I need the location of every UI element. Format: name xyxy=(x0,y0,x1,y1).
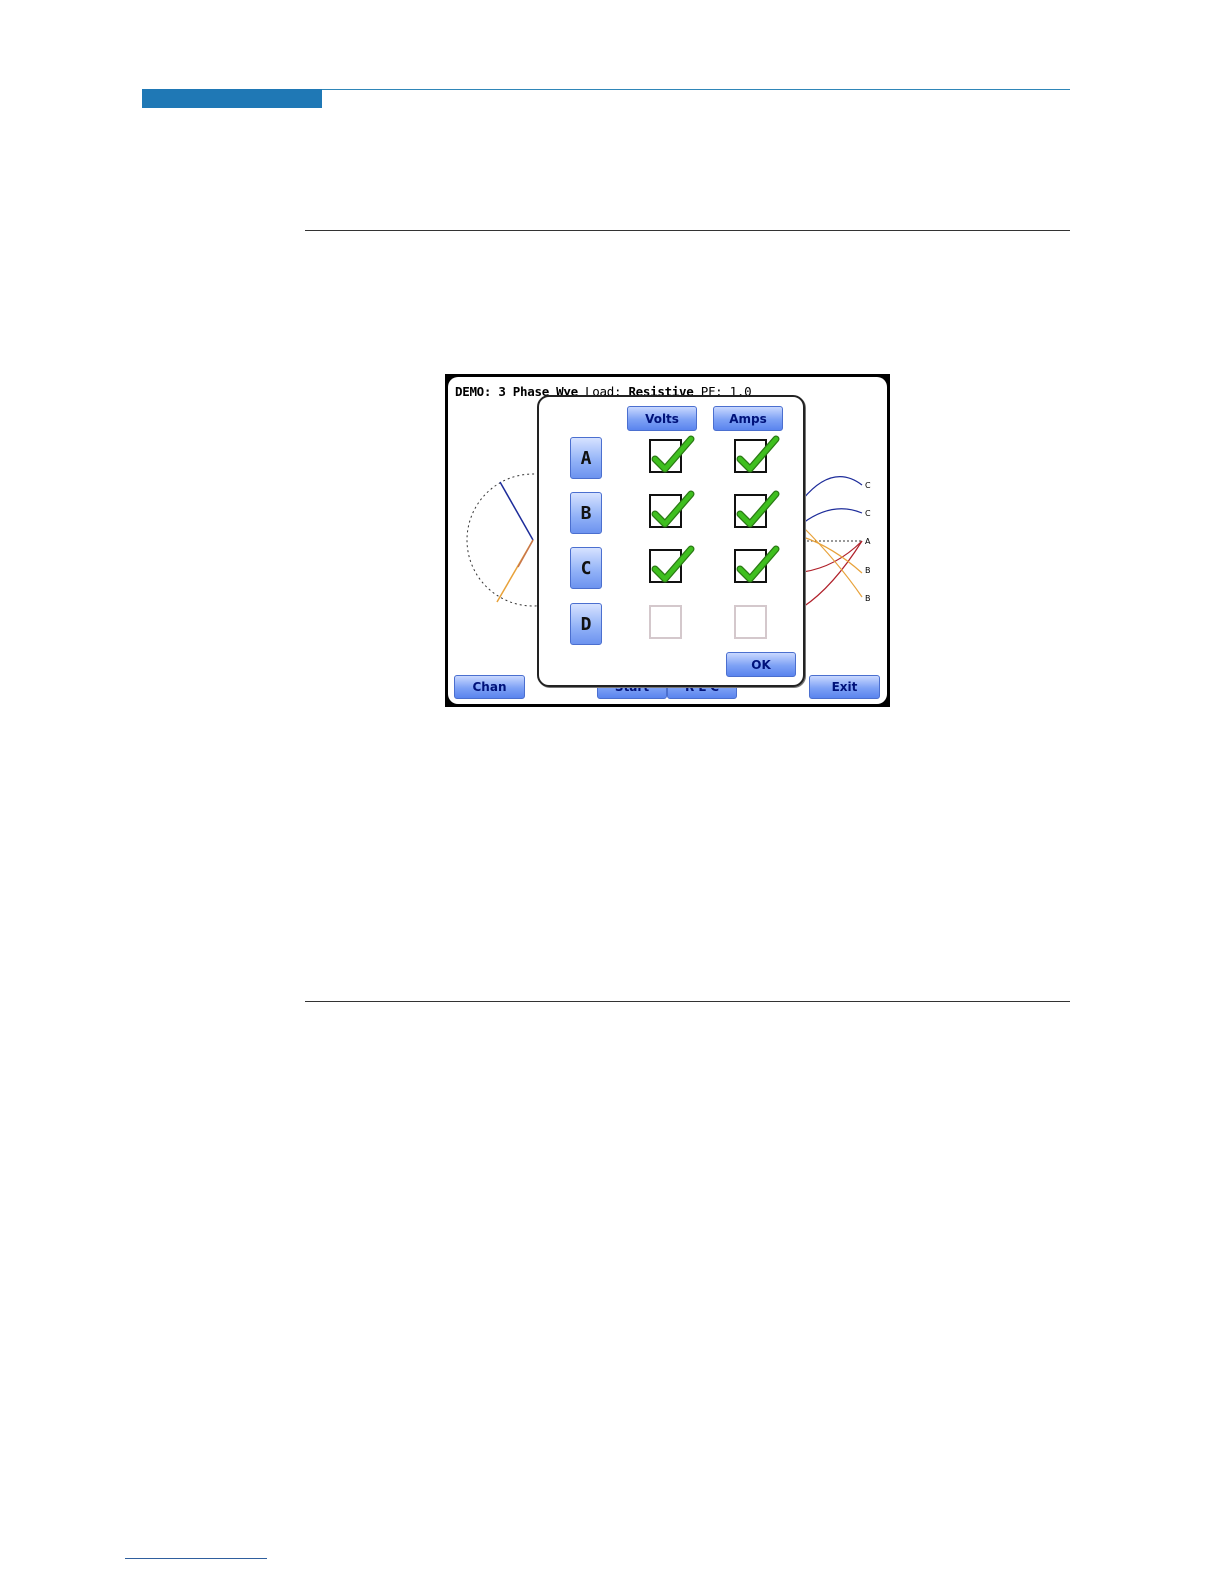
channel-a-button[interactable]: A xyxy=(570,437,602,479)
wave-label-c2: C xyxy=(865,509,871,518)
exit-button[interactable]: Exit xyxy=(809,675,880,699)
checkbox-a-amps[interactable] xyxy=(734,435,780,473)
checkmark-icon xyxy=(651,545,695,583)
checkbox-b-volts[interactable] xyxy=(649,490,695,528)
wave-c-amps xyxy=(802,508,863,524)
checkbox-d-volts[interactable] xyxy=(649,605,682,639)
wave-label-b2: B xyxy=(865,594,871,603)
channel-d-button[interactable]: D xyxy=(570,603,602,645)
checkmark-icon xyxy=(736,490,780,528)
phasor-vector-c xyxy=(499,481,534,541)
volts-column-button[interactable]: Volts xyxy=(627,406,697,431)
channel-b-button[interactable]: B xyxy=(570,492,602,534)
checkmark-icon xyxy=(736,545,780,583)
wave-a-volts xyxy=(802,540,863,573)
footer-rule xyxy=(125,1558,267,1559)
checkbox-a-volts[interactable] xyxy=(649,435,695,473)
section-rule-bottom xyxy=(305,1001,1070,1002)
checkbox-d-amps[interactable] xyxy=(734,605,767,639)
header-tab-bar xyxy=(142,89,322,108)
wave-label-a: A xyxy=(865,537,871,546)
wave-c-volts xyxy=(802,476,863,500)
device-screen: C C A B B DEMO: 3 Phase Wye Load: Resist… xyxy=(445,374,890,707)
wave-label-c1: C xyxy=(865,481,871,490)
checkbox-c-volts[interactable] xyxy=(649,545,695,583)
checkbox-c-amps[interactable] xyxy=(734,545,780,583)
ok-button[interactable]: OK xyxy=(726,652,796,677)
checkmark-icon xyxy=(736,435,780,473)
wave-label-b1: B xyxy=(865,566,871,575)
checkbox-b-amps[interactable] xyxy=(734,490,780,528)
section-rule-top xyxy=(305,230,1070,231)
chan-button[interactable]: Chan xyxy=(454,675,525,699)
amps-column-button[interactable]: Amps xyxy=(713,406,783,431)
phasor-vector-b-current xyxy=(517,539,534,568)
channel-c-button[interactable]: C xyxy=(570,547,602,589)
checkmark-icon xyxy=(651,490,695,528)
checkmark-icon xyxy=(651,435,695,473)
channel-select-dialog: Volts Amps A B C D OK xyxy=(537,395,805,687)
screen-content: C C A B B DEMO: 3 Phase Wye Load: Resist… xyxy=(448,377,887,704)
